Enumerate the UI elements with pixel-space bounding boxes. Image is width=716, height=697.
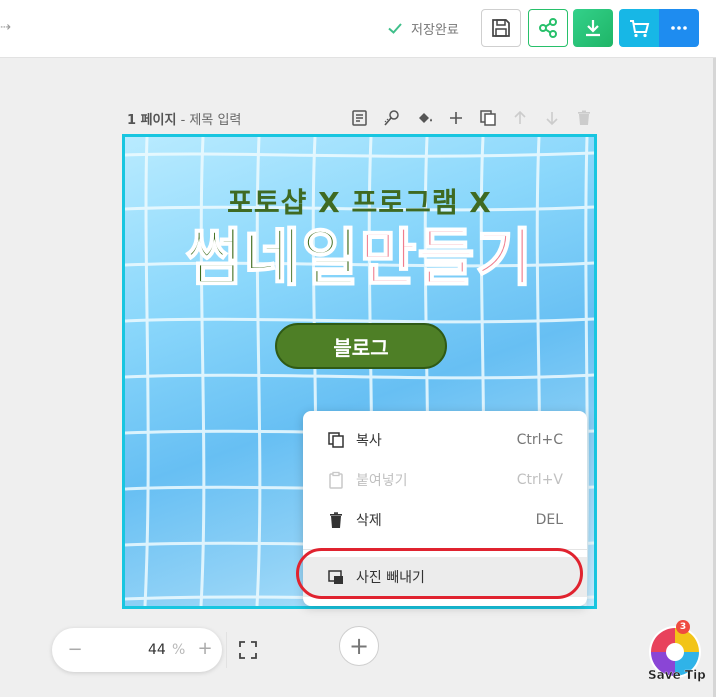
canvas-headline-main[interactable]: 썸네일만들기 [125, 226, 594, 290]
zoom-unit: % [172, 642, 186, 658]
download-button[interactable] [573, 9, 613, 47]
zoom-control: − 44 % + [52, 628, 257, 672]
top-toolbar: ⇢ 저장완료 [0, 0, 716, 58]
save-status-text: 저장완료 [411, 22, 459, 38]
save-icon [492, 19, 510, 37]
menu-item-label: 복사 [356, 433, 382, 449]
page-label-separator: - [176, 113, 190, 128]
page-note-button[interactable] [344, 107, 376, 129]
menu-item-delete[interactable]: 삭제 DEL [303, 500, 587, 540]
copy-icon [328, 432, 344, 448]
undo-arrow-icon[interactable]: ⇢ [0, 20, 11, 36]
download-icon [586, 20, 600, 37]
fit-screen-icon[interactable] [238, 640, 258, 660]
move-page-up-button[interactable] [504, 107, 536, 129]
canvas-headline-top[interactable]: 포토샵 X 프로그램 X [125, 181, 594, 221]
canvas-blog-pill[interactable]: 블로그 [275, 323, 447, 369]
page-toolbar [344, 107, 600, 129]
copy-icon [480, 110, 496, 126]
page-label: 1 페이지 - 제목 입력 [127, 109, 241, 128]
move-page-down-button[interactable] [536, 107, 568, 129]
more-icon [671, 26, 687, 30]
page-style-button[interactable] [376, 107, 408, 129]
more-button[interactable] [659, 9, 699, 47]
menu-item-label: 붙여넣기 [356, 473, 408, 489]
page-number: 1 페이지 [127, 113, 177, 128]
zoom-out-button[interactable]: − [66, 639, 84, 660]
check-icon [388, 23, 402, 34]
menu-item-label: 삭제 [356, 513, 382, 529]
zoom-value[interactable]: 44 [148, 642, 166, 658]
zoom-divider [226, 632, 227, 668]
cart-button[interactable] [619, 9, 659, 47]
watermark-text: Save Tip [648, 668, 706, 682]
delete-page-button[interactable] [568, 107, 600, 129]
trash-icon [578, 110, 590, 125]
magic-wand-icon [384, 110, 399, 126]
zoom-in-button[interactable]: + [196, 638, 214, 659]
page-title-input[interactable]: 제목 입력 [189, 113, 241, 128]
arrow-down-icon [546, 112, 558, 126]
notification-badge: 3 [676, 620, 690, 634]
cart-icon [630, 20, 650, 38]
paint-bucket-icon [419, 113, 432, 123]
trash-icon [330, 512, 342, 528]
menu-item-copy[interactable]: 복사 Ctrl+C [303, 420, 587, 460]
arrow-up-icon [514, 110, 526, 124]
highlight-annotation [296, 548, 583, 599]
page-fill-button[interactable] [408, 107, 440, 129]
note-icon [352, 110, 367, 126]
menu-item-paste[interactable]: 붙여넣기 Ctrl+V [303, 460, 587, 500]
plus-icon [450, 112, 462, 124]
save-button[interactable] [481, 9, 521, 47]
add-page-circle-button[interactable]: + [339, 626, 379, 666]
add-page-button[interactable] [440, 107, 472, 129]
share-button[interactable] [528, 9, 568, 47]
canvas-headline-main-green: 썸네일 [184, 221, 360, 294]
menu-item-shortcut: Ctrl+C [516, 432, 563, 448]
duplicate-page-button[interactable] [472, 107, 504, 129]
save-status: 저장완료 [387, 18, 459, 38]
canvas-headline-main-pink: 만들기 [358, 221, 534, 294]
share-icon [539, 18, 557, 38]
clipboard-icon [329, 471, 343, 489]
menu-item-shortcut: DEL [535, 512, 563, 528]
menu-item-shortcut: Ctrl+V [516, 472, 563, 488]
